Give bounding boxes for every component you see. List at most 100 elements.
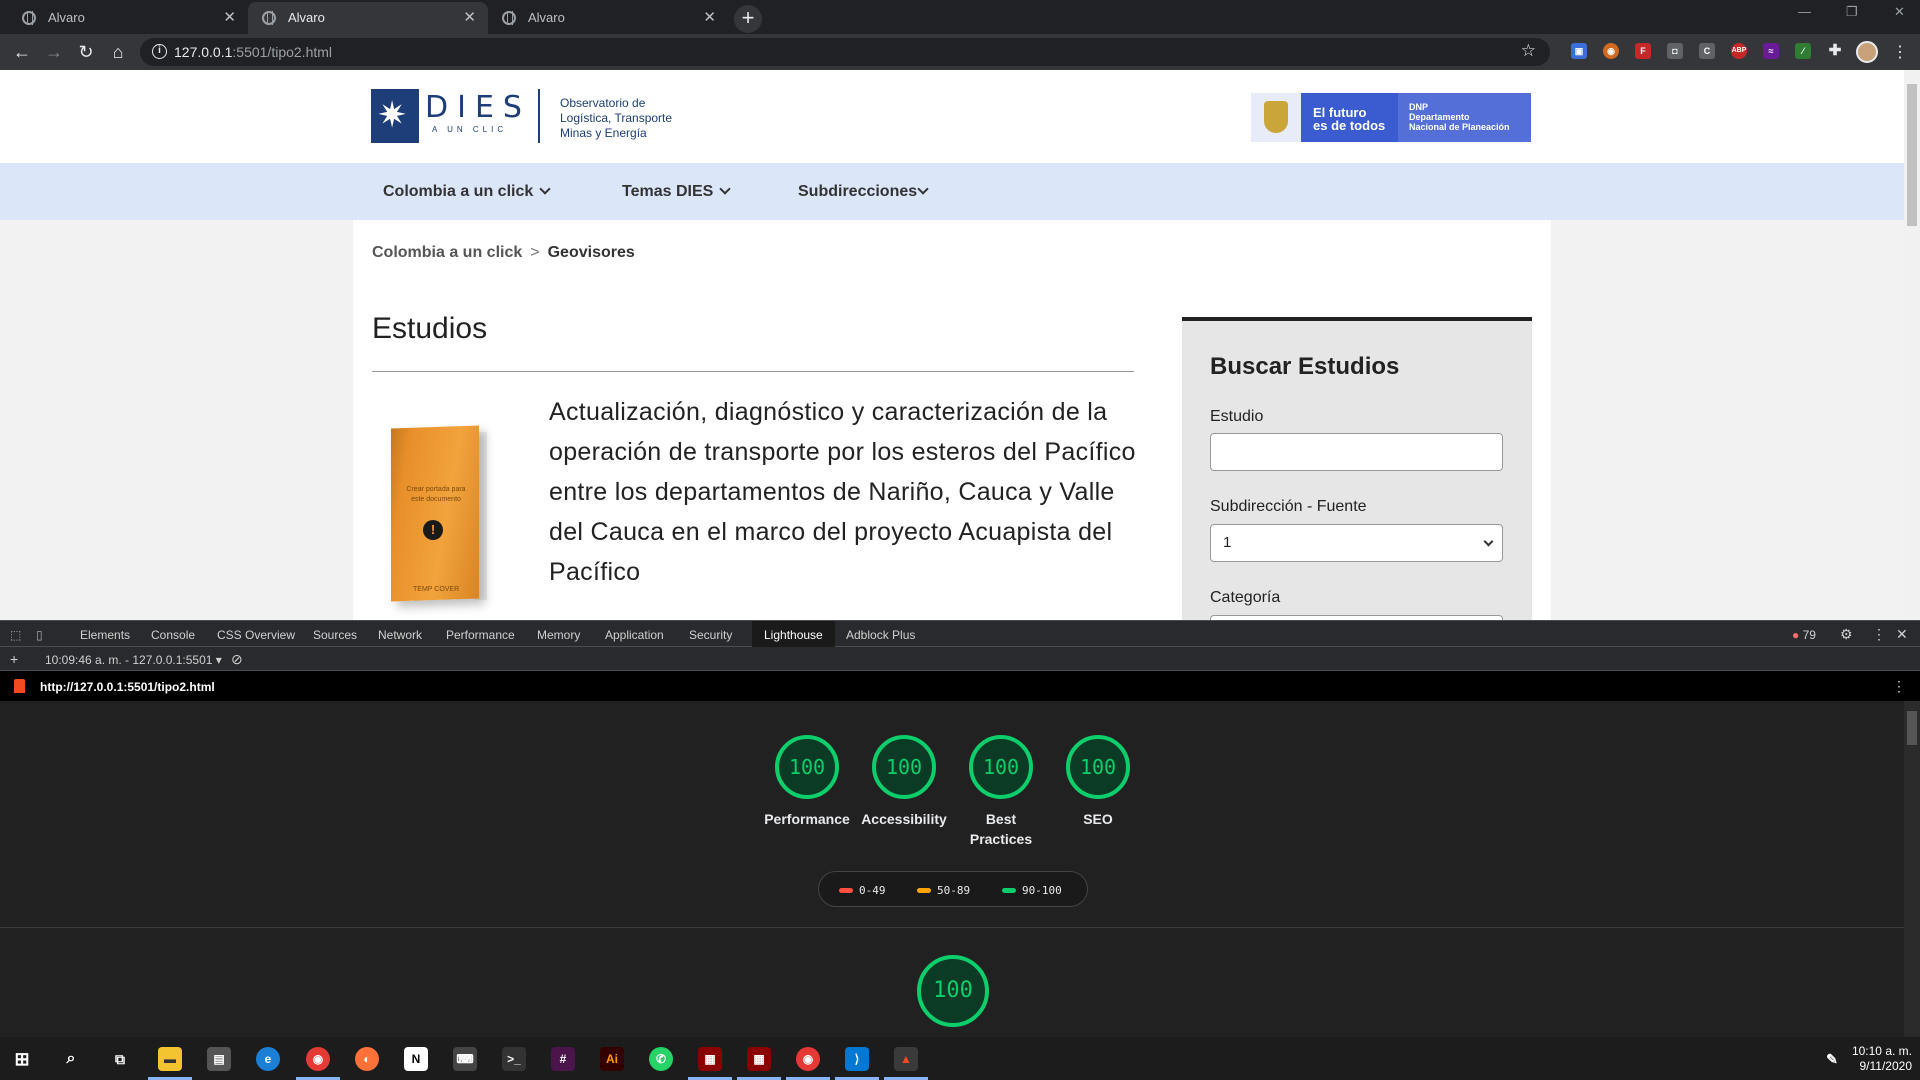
back-arrow-icon[interactable]: ← (10, 40, 34, 64)
close-icon[interactable]: ✕ (223, 8, 236, 26)
address-bar[interactable]: i 127.0.0.1:5501/tipo2.html ☆ (140, 38, 1550, 66)
terminal-icon[interactable]: >_ (502, 1047, 526, 1071)
info-icon[interactable]: i (152, 44, 167, 59)
lighthouse-icon[interactable]: ▲ (894, 1047, 918, 1071)
reload-icon[interactable]: ↻ (74, 40, 98, 64)
tab-sources[interactable]: Sources (313, 628, 357, 642)
tab-performance[interactable]: Performance (446, 628, 515, 642)
tab-memory[interactable]: Memory (537, 628, 580, 642)
score-gauge-large[interactable]: 100 (917, 955, 989, 1027)
extension-icon[interactable]: ▣ (1571, 43, 1587, 59)
extension-icon[interactable]: C (1699, 43, 1715, 59)
nav-item-colombia[interactable]: Colombia a un click (383, 183, 551, 201)
breadcrumb-current: Geovisores (547, 244, 635, 261)
report-menu-icon[interactable]: ⋮ (1892, 678, 1906, 695)
store-icon[interactable]: ▤ (207, 1047, 231, 1071)
search-icon[interactable]: ⌕ (59, 1047, 83, 1071)
firefox-icon[interactable]: ◐ (355, 1047, 379, 1071)
tab-application[interactable]: Application (605, 628, 664, 642)
browser-tab[interactable]: Alvaro ✕ (8, 2, 248, 34)
tab-console[interactable]: Console (151, 628, 195, 642)
error-count-badge[interactable]: ● 79 (1792, 628, 1816, 642)
book-cover-image[interactable] (391, 425, 479, 602)
scrollbar-thumb[interactable] (1907, 711, 1917, 745)
score-gauge-best-practices[interactable]: 100 (969, 735, 1033, 799)
scrollbar-thumb[interactable] (1907, 84, 1917, 226)
score-gauge-seo[interactable]: 100 (1066, 735, 1130, 799)
nav-item-temas[interactable]: Temas DIES (622, 183, 731, 201)
score-gauge-performance[interactable]: 100 (775, 735, 839, 799)
close-devtools-icon[interactable]: ✕ (1896, 626, 1908, 643)
close-icon[interactable]: ✕ (703, 8, 716, 26)
system-clock[interactable]: 10:10 a. m. 9/11/2020 (1848, 1044, 1912, 1074)
tab-elements[interactable]: Elements (80, 628, 130, 642)
gear-icon[interactable]: ⚙ (1840, 626, 1853, 643)
camera-icon[interactable]: ◘ (1667, 43, 1683, 59)
add-report-icon[interactable]: + (10, 651, 18, 667)
tab-network[interactable]: Network (378, 628, 422, 642)
illustrator-icon[interactable]: Ai (600, 1047, 624, 1071)
tab-css-overview[interactable]: CSS Overview (217, 628, 295, 642)
gpu-icon[interactable]: ▦ (747, 1047, 771, 1071)
new-tab-button[interactable]: + (734, 5, 762, 33)
report-url[interactable]: http://127.0.0.1:5501/tipo2.html (40, 680, 215, 694)
breadcrumb-link[interactable]: Colombia a un click (372, 244, 522, 261)
vscode-icon[interactable]: ⟩ (845, 1047, 869, 1071)
task-view-icon[interactable]: ⧉ (108, 1047, 132, 1071)
edge-icon[interactable]: e (256, 1047, 280, 1071)
forward-arrow-icon[interactable]: → (42, 40, 66, 64)
dnp-logo[interactable]: El futuro es de todos DNP Departamento N… (1251, 93, 1531, 142)
dies-logo-icon[interactable] (371, 89, 419, 143)
file-explorer-icon[interactable]: ▬ (158, 1047, 182, 1071)
devtools-scrollbar[interactable] (1904, 701, 1920, 1037)
chrome-icon[interactable]: ◉ (796, 1047, 820, 1071)
avatar[interactable] (1856, 41, 1878, 63)
adblock-icon[interactable]: ABP (1731, 43, 1747, 59)
score-gauge-accessibility[interactable]: 100 (872, 735, 936, 799)
study-title-link[interactable]: Actualización, diagnóstico y caracteriza… (549, 392, 1139, 592)
more-options-icon[interactable]: ⋮ (1872, 626, 1886, 643)
eyedropper-icon[interactable]: ⁄ (1795, 43, 1811, 59)
window-close-button[interactable]: ✕ (1894, 4, 1905, 20)
pen-icon[interactable]: ✎ (1820, 1047, 1844, 1071)
browser-tab[interactable]: Alvaro ✕ (488, 2, 728, 34)
gpu-icon[interactable]: ▦ (698, 1047, 722, 1071)
globe-icon (502, 11, 516, 25)
tab-lighthouse[interactable]: Lighthouse (752, 621, 835, 647)
maximize-button[interactable]: ❐ (1846, 4, 1858, 20)
devtools-tabs: ⬚ ▯ Elements Console CSS Overview Source… (0, 620, 1920, 647)
tab-adblock-plus[interactable]: Adblock Plus (846, 628, 915, 642)
bookmark-star-icon[interactable]: ☆ (1521, 41, 1536, 61)
device-toolbar-icon[interactable]: ▯ (36, 628, 43, 642)
slogan-line: es de todos (1313, 118, 1386, 133)
extension-icon[interactable]: F (1635, 43, 1651, 59)
legend-item: 90-100 (1002, 884, 1062, 897)
whatsapp-icon[interactable]: ✆ (649, 1047, 673, 1071)
score-label: Best Practices (969, 811, 1033, 847)
windows-start-icon[interactable]: ⊞ (10, 1047, 34, 1071)
breadcrumb-separator: > (530, 244, 540, 261)
slack-icon[interactable]: # (551, 1047, 575, 1071)
chrome-icon[interactable]: ◉ (306, 1047, 330, 1071)
clock-date: 9/11/2020 (1859, 1059, 1913, 1073)
tab-security[interactable]: Security (689, 628, 732, 642)
chevron-down-icon (719, 183, 731, 195)
estudio-input[interactable] (1210, 433, 1503, 471)
clear-icon[interactable]: ⊘ (231, 651, 243, 668)
extension-icon[interactable]: ≈ (1763, 43, 1779, 59)
extension-icon[interactable]: ◉ (1603, 43, 1619, 59)
subdireccion-select[interactable]: 1 (1210, 524, 1503, 562)
report-select[interactable]: 10:09:46 a. m. - 127.0.0.1:5501 ▾ (45, 653, 222, 667)
inspect-element-icon[interactable]: ⬚ (10, 628, 21, 642)
close-icon[interactable]: ✕ (463, 8, 476, 26)
keyboard-icon[interactable]: ⌨ (453, 1047, 477, 1071)
more-menu-icon[interactable]: ⋮ (1892, 42, 1908, 62)
minimize-button[interactable]: — (1798, 4, 1811, 19)
puzzle-icon[interactable]: ✚ (1827, 43, 1843, 59)
browser-tab-active[interactable]: Alvaro ✕ (248, 2, 488, 34)
home-icon[interactable]: ⌂ (106, 40, 130, 64)
page-scrollbar[interactable] (1904, 70, 1920, 620)
notion-icon[interactable]: N (404, 1047, 428, 1071)
globe-icon (262, 11, 276, 25)
nav-item-subdirecciones[interactable]: Subdirecciones (798, 183, 929, 201)
